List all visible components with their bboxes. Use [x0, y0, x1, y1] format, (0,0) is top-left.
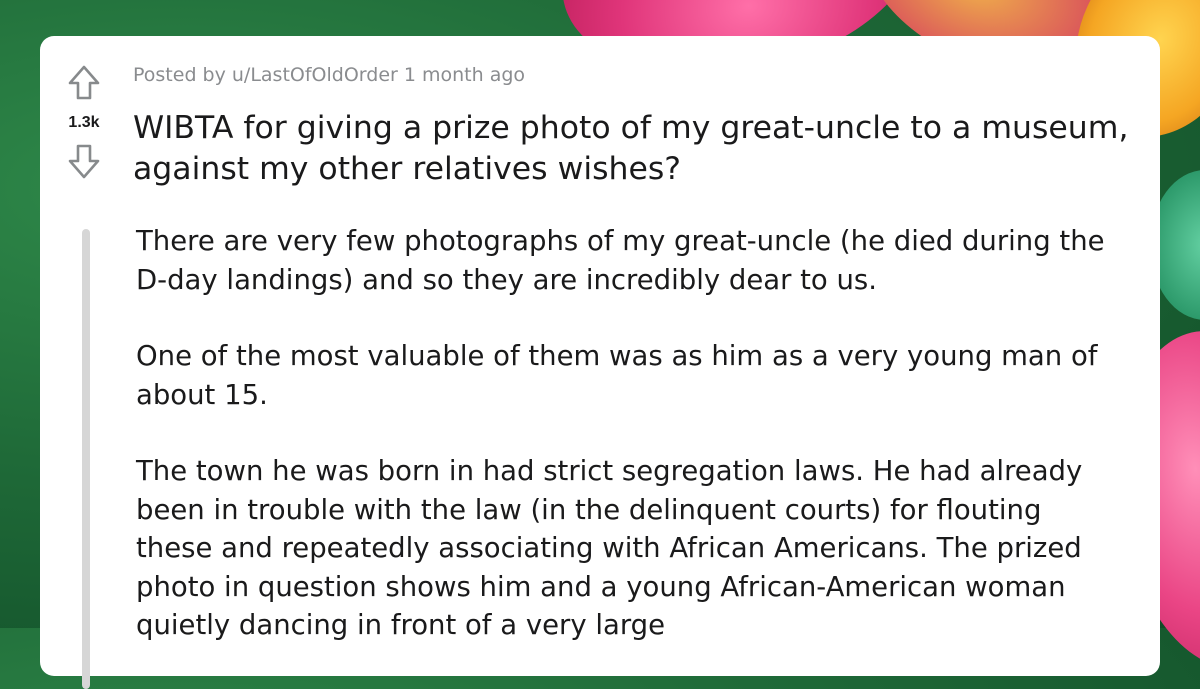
post-card: 1.3k Posted by u/LastOfOldOrder 1 month …	[40, 36, 1160, 689]
vote-count: 1.3k	[68, 114, 100, 131]
post-title[interactable]: WIBTA for giving a prize photo of my gre…	[133, 108, 1143, 190]
thread-line[interactable]	[82, 229, 90, 689]
post-paragraph: The town he was born in had strict segre…	[136, 455, 1083, 641]
post-paragraph: There are very few photographs of my gre…	[136, 225, 1105, 296]
downvote-arrow-icon[interactable]	[67, 142, 101, 180]
post-body: There are very few photographs of my gre…	[136, 222, 1116, 683]
upvote-arrow-icon[interactable]	[67, 64, 101, 102]
post-paragraph: One of the most valuable of them was as …	[136, 340, 1098, 411]
vote-column: 1.3k	[60, 64, 108, 180]
post-meta: Posted by u/LastOfOldOrder 1 month ago	[133, 64, 526, 86]
